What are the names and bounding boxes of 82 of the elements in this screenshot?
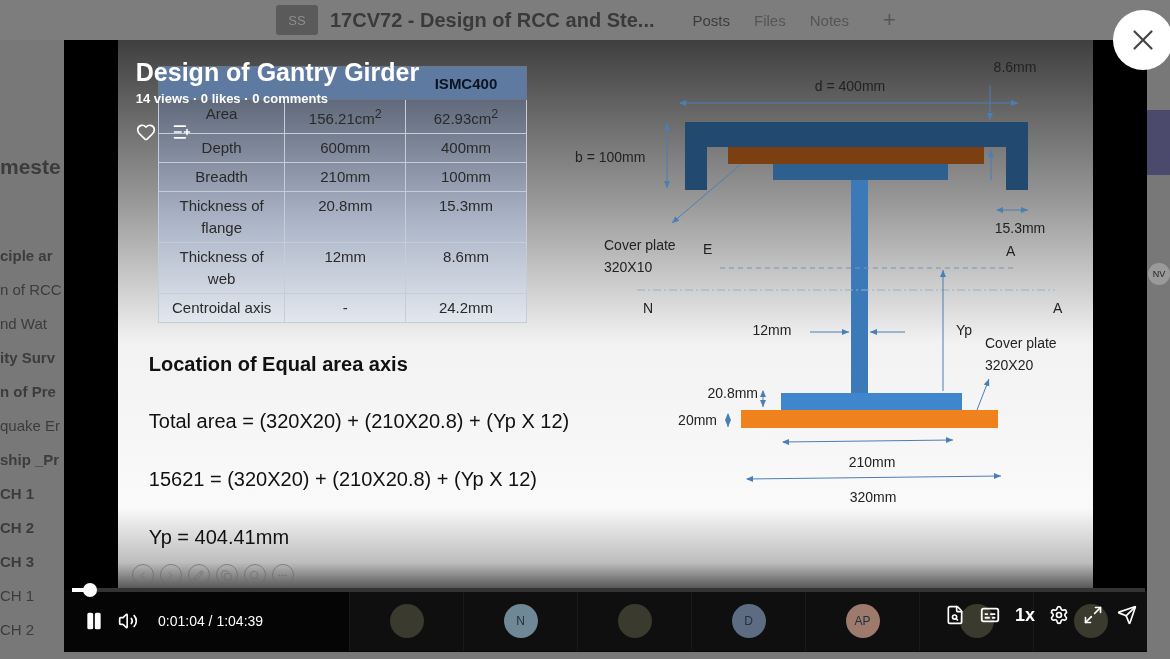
sidebar-item[interactable]: n of Pre	[0, 374, 64, 408]
dimension-arrow	[809, 329, 850, 335]
axis-label: E	[702, 241, 713, 257]
send-icon[interactable]	[1117, 605, 1137, 625]
table-cell: 12mm	[284, 242, 406, 294]
dimension-arrow	[995, 207, 1029, 213]
sidebar-item[interactable]: CH 1	[0, 578, 64, 612]
axis-label: A	[1052, 300, 1063, 316]
avatar-photo	[959, 604, 994, 638]
leader-line	[671, 164, 741, 224]
speed-button[interactable]: 1x	[1014, 604, 1035, 626]
dimension-arrow	[987, 149, 994, 181]
volume-icon[interactable]	[118, 611, 138, 631]
table-cell: 400mm	[405, 133, 527, 163]
slide-heading: Location of Equal area axis	[148, 353, 408, 376]
video-title: Design of Gantry Girder	[135, 58, 420, 87]
equation: Total area = (320X20) + (210X20.8) + (Yp X 12)	[148, 409, 570, 434]
table-cell: Centroidal axis	[158, 293, 285, 323]
table-cell: 8.6mm	[405, 242, 527, 294]
user-avatar: NV	[1148, 263, 1170, 285]
add-to-playlist-icon[interactable]	[171, 122, 192, 142]
avatar-photo	[1073, 604, 1108, 638]
sidebar-item[interactable]: quake Er	[0, 408, 64, 442]
plate-label: 320X20	[984, 357, 1034, 373]
heart-icon[interactable]	[135, 122, 156, 142]
table-cell: Breadth	[158, 162, 285, 192]
sidebar-item[interactable]: n of RCC	[0, 272, 64, 306]
plate-label: Cover plate	[603, 237, 676, 253]
dimension-label: 15.3mm	[994, 220, 1046, 236]
sidebar-item[interactable]: CH 1	[0, 476, 64, 510]
axis-label: N	[642, 300, 653, 316]
dimension-label: 210mm	[848, 454, 896, 470]
table-cell: 210mm	[284, 162, 406, 192]
dimension-label: b = 100mm	[574, 149, 646, 165]
dimension-arrow	[759, 390, 766, 408]
table-cell: Depth	[158, 133, 285, 163]
leader-line	[976, 378, 990, 411]
sidebar-item[interactable]: ity Surv	[0, 340, 64, 374]
dimension-arrow	[724, 413, 731, 428]
table-cell: 20.8mm	[284, 191, 406, 243]
sidebar-item[interactable]: CH 3	[0, 544, 64, 578]
table-cell: 600mm	[284, 133, 406, 163]
dimension-arrow	[663, 123, 670, 189]
sidebar-item[interactable]: CH 2	[0, 612, 64, 646]
dimension-label: d = 400mm	[814, 78, 885, 94]
table-cell: 15.3mm	[405, 191, 527, 243]
dimension-label: 12mm	[752, 322, 792, 338]
dimension-arrow	[869, 329, 906, 335]
participant-avatar: D	[731, 604, 766, 638]
equation: 15621 = (320X20) + (210X20.8) + (Yp X 12)	[148, 467, 538, 492]
channel-title: 17CV72 - Design of RCC and Ste...	[330, 8, 655, 32]
settings-icon[interactable]	[1049, 605, 1069, 625]
plate-label: Cover plate	[984, 335, 1057, 351]
participant-avatar: AP	[845, 604, 880, 638]
pause-icon[interactable]	[84, 611, 104, 631]
table-cell: 62.93cm$^{2}$	[405, 99, 527, 134]
dimension-label: Yp	[955, 322, 972, 338]
axis-label: A	[1005, 243, 1016, 259]
participant-avatar: N	[503, 604, 538, 638]
side-panel	[1147, 110, 1170, 175]
sidebar-item[interactable]: ship _Pr	[0, 442, 64, 476]
table-cell: Thickness of flange	[158, 191, 285, 243]
table-cell: 100mm	[405, 162, 527, 192]
expand-icon[interactable]	[1083, 605, 1103, 625]
add-tab-button[interactable]: +	[882, 7, 896, 33]
table-cell: 24.2mm	[405, 293, 527, 323]
dimension-label: 320mm	[849, 489, 897, 505]
channel-tab[interactable]: Posts	[686, 11, 737, 29]
sidebar-item[interactable]: ciple ar	[0, 238, 64, 272]
dimension-label: 20.8mm	[707, 385, 758, 401]
dimension-label: 20mm	[677, 412, 717, 428]
sidebar-item[interactable]: nd Wat	[0, 306, 64, 340]
sidebar-item[interactable]: meste	[0, 150, 64, 184]
playback-time: 0:01:04 / 1:04:39	[158, 613, 264, 629]
table-cell: Thickness of web	[158, 242, 285, 294]
plate-label: 320X10	[603, 259, 653, 275]
sidebar-item[interactable]: CH 2	[0, 510, 64, 544]
progress-track[interactable]	[72, 588, 1145, 592]
table-cell: -	[284, 293, 406, 323]
avatar-photo	[617, 604, 652, 638]
avatar-photo	[389, 604, 424, 638]
equation: Yp = 404.41mm	[148, 525, 290, 550]
